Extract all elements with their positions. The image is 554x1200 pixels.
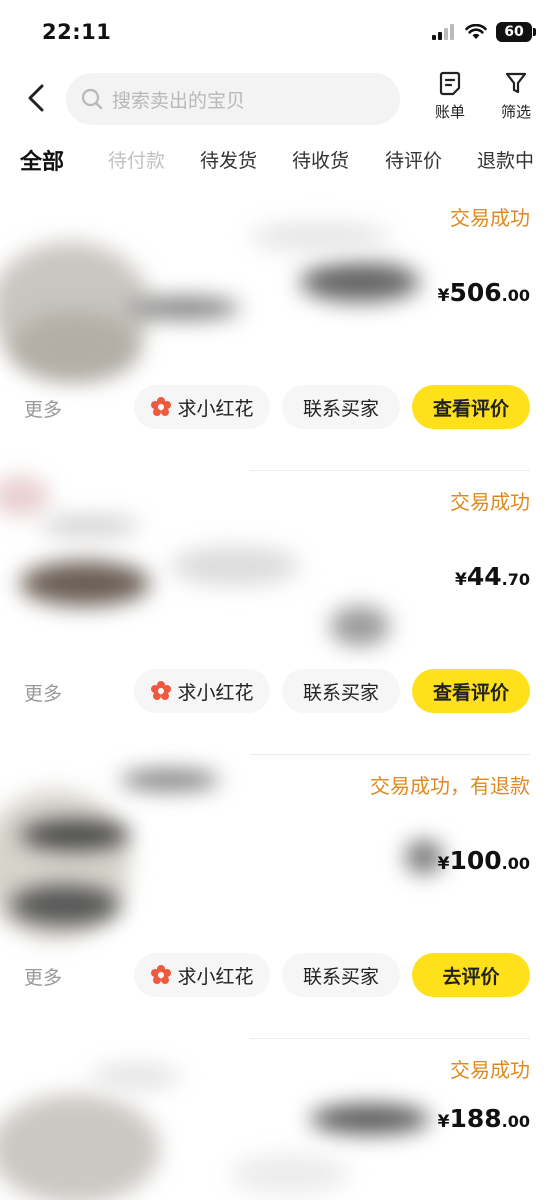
search-placeholder: 搜索卖出的宝贝 (112, 89, 246, 112)
order-tabs: 全部 待付款 待发货 待收货 待评价 退款中 (0, 138, 554, 184)
header: 搜索卖出的宝贝 账单 筛选 (0, 70, 554, 128)
filter-button[interactable]: 筛选 (486, 70, 546, 128)
divider (250, 754, 530, 755)
bill-button[interactable]: 账单 (420, 70, 480, 128)
back-button[interactable] (20, 78, 54, 118)
tab-pending-shipment[interactable]: 待发货 (200, 146, 257, 173)
view-review-button[interactable]: 查看评价 (412, 385, 530, 429)
more-button[interactable]: 更多 (24, 679, 62, 706)
ask-flower-button[interactable]: 求小红花 (134, 953, 270, 997)
contact-buyer-button[interactable]: 联系买家 (282, 385, 400, 429)
search-input[interactable]: 搜索卖出的宝贝 (66, 73, 400, 125)
bill-label: 账单 (434, 103, 465, 121)
search-icon (81, 88, 103, 110)
divider (250, 470, 530, 471)
order-price: ¥188.00 (437, 1104, 530, 1133)
contact-buyer-button[interactable]: 联系买家 (282, 669, 400, 713)
order-card[interactable]: 交易成功，有退款 ¥100.00 更多 求小红花 联系买家 去评价 (0, 770, 554, 1054)
ask-flower-button[interactable]: 求小红花 (134, 669, 270, 713)
flower-icon (151, 397, 172, 416)
battery-level: 60 (504, 24, 524, 40)
order-status: 交易成功，有退款 (370, 774, 530, 798)
order-actions: 更多 求小红花 联系买家 去评价 (0, 953, 554, 997)
signal-icon (432, 24, 454, 40)
order-status: 交易成功 (450, 1058, 530, 1082)
filter-label: 筛选 (500, 103, 531, 121)
status-time: 22:11 (42, 20, 112, 44)
ask-flower-label: 求小红花 (177, 397, 254, 420)
product-image-redacted (0, 476, 50, 516)
product-image-redacted (0, 1094, 160, 1200)
status-bar: 22:11 60 (0, 0, 554, 64)
flower-icon (151, 681, 172, 700)
write-review-button[interactable]: 去评价 (412, 953, 530, 997)
ask-flower-button[interactable]: 求小红花 (134, 385, 270, 429)
chevron-left-icon (28, 84, 44, 112)
order-actions: 更多 求小红花 联系买家 查看评价 (0, 669, 554, 713)
divider (250, 1038, 530, 1039)
wifi-icon (465, 24, 487, 39)
tab-pending-review[interactable]: 待评价 (385, 146, 442, 173)
flower-icon (151, 965, 172, 984)
order-card[interactable]: 交易成功 ¥44.70 更多 求小红花 联系买家 查看评价 (0, 476, 554, 770)
ask-flower-label: 求小红花 (177, 965, 254, 988)
order-actions: 更多 求小红花 联系买家 查看评价 (0, 385, 554, 429)
order-status: 交易成功 (450, 490, 530, 514)
order-price: ¥100.00 (437, 846, 530, 875)
order-card[interactable]: 交易成功 ¥506.00 更多 求小红花 联系买家 查看评价 (0, 202, 554, 486)
contact-buyer-button[interactable]: 联系买家 (282, 953, 400, 997)
tab-pending-receipt[interactable]: 待收货 (292, 146, 349, 173)
filter-icon (505, 72, 527, 94)
order-card[interactable]: 交易成功 ¥188.00 (0, 1054, 554, 1200)
more-button[interactable]: 更多 (24, 963, 62, 990)
battery-icon: 60 (496, 22, 536, 42)
tab-all[interactable]: 全部 (20, 144, 64, 176)
status-icons: 60 (432, 22, 536, 42)
order-price: ¥44.70 (455, 562, 530, 591)
view-review-button[interactable]: 查看评价 (412, 669, 530, 713)
tab-refunding[interactable]: 退款中 (477, 146, 534, 173)
ask-flower-label: 求小红花 (177, 681, 254, 704)
order-price: ¥506.00 (437, 278, 530, 307)
tab-pending-payment[interactable]: 待付款 (108, 146, 165, 173)
bill-icon (439, 71, 461, 96)
order-status: 交易成功 (450, 206, 530, 230)
more-button[interactable]: 更多 (24, 395, 62, 422)
